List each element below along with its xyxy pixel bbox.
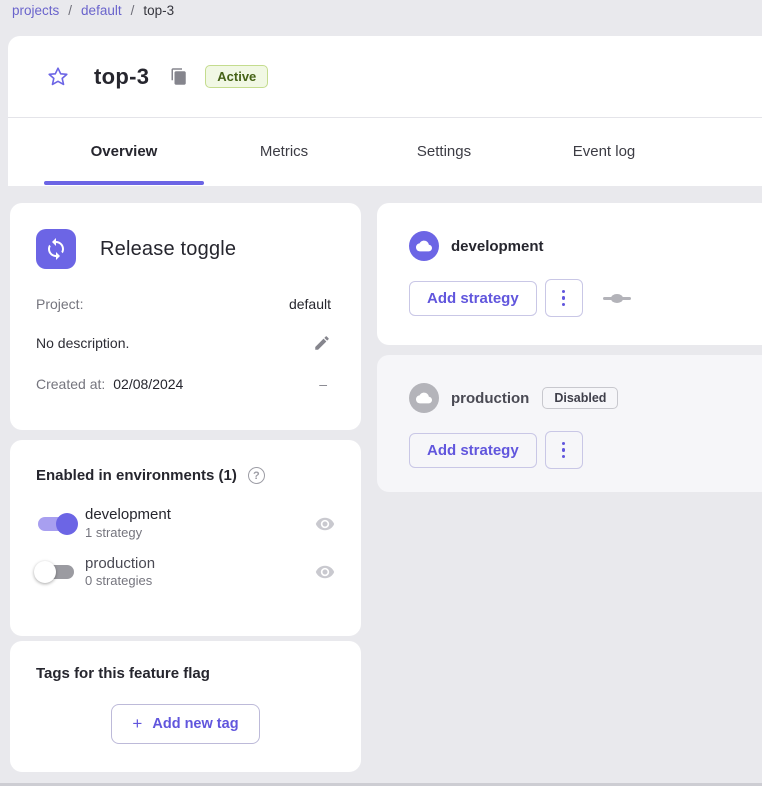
- environment-panel-actions: Add strategy: [409, 279, 762, 317]
- created-at-label: Created at:: [36, 376, 105, 392]
- visibility-eye-icon[interactable]: [315, 514, 335, 534]
- disabled-badge: Disabled: [542, 387, 618, 409]
- favorite-star-icon[interactable]: [46, 65, 70, 89]
- enabled-environments-card: Enabled in environments (1) ? developmen…: [10, 440, 361, 636]
- environment-name: production: [85, 555, 315, 574]
- tags-card: Tags for this feature flag + Add new tag: [10, 641, 361, 772]
- cloud-environment-icon: [409, 231, 439, 261]
- add-new-tag-button[interactable]: + Add new tag: [111, 704, 259, 744]
- empty-value-dash: –: [319, 376, 331, 392]
- environment-panel-actions: Add strategy: [409, 431, 762, 469]
- environment-panel-production: production Disabled Add strategy: [377, 355, 762, 492]
- production-toggle[interactable]: [36, 562, 76, 582]
- tab-metrics[interactable]: Metrics: [204, 118, 364, 185]
- environment-panel-name: development: [451, 238, 544, 255]
- environment-toggle-row-production: production 0 strategies: [36, 555, 335, 591]
- flag-header-card: top-3 Active Overview Metrics Settings E…: [8, 36, 762, 186]
- description-row: No description.: [36, 334, 331, 352]
- project-label: Project:: [36, 296, 83, 312]
- flag-type-label: Release toggle: [100, 238, 236, 261]
- environment-panel-name: production: [451, 390, 529, 407]
- flag-type-row: Release toggle: [36, 229, 331, 269]
- copy-icon[interactable]: [170, 67, 188, 87]
- development-toggle[interactable]: [36, 514, 76, 534]
- environment-name: development: [85, 506, 315, 525]
- flag-title-row: top-3 Active: [8, 36, 762, 118]
- breadcrumb-separator: /: [68, 3, 72, 18]
- tab-label: Settings: [417, 143, 471, 160]
- strategy-count: 1 strategy: [85, 525, 315, 542]
- release-toggle-icon: [36, 229, 76, 269]
- tab-event-log[interactable]: Event log: [524, 118, 684, 185]
- tab-label: Metrics: [260, 143, 308, 160]
- breadcrumb-link-projects[interactable]: projects: [12, 3, 59, 18]
- edit-description-icon[interactable]: [313, 334, 331, 352]
- enabled-environments-header: Enabled in environments (1) ?: [36, 467, 335, 484]
- created-at-value: 02/08/2024: [113, 376, 183, 392]
- strategy-count: 0 strategies: [85, 573, 315, 590]
- breadcrumb-link-default[interactable]: default: [81, 3, 122, 18]
- environment-panel-header: development: [409, 231, 762, 261]
- add-new-tag-label: Add new tag: [152, 716, 238, 732]
- help-icon[interactable]: ?: [248, 467, 265, 484]
- plus-icon: +: [132, 714, 142, 734]
- project-value: default: [289, 296, 331, 312]
- breadcrumb-current: top-3: [143, 3, 174, 18]
- add-strategy-button[interactable]: Add strategy: [409, 281, 537, 316]
- environment-toggle-row-development: development 1 strategy: [36, 506, 335, 542]
- tab-overview[interactable]: Overview: [44, 118, 204, 185]
- enabled-environments-title: Enabled in environments (1): [36, 467, 237, 484]
- cloud-environment-icon: [409, 383, 439, 413]
- project-row: Project: default: [36, 296, 331, 312]
- status-badge: Active: [205, 65, 268, 88]
- page-title: top-3: [94, 64, 149, 90]
- flag-details-card: Release toggle Project: default No descr…: [10, 203, 361, 430]
- tab-settings[interactable]: Settings: [364, 118, 524, 185]
- collapse-indicator-icon[interactable]: [603, 292, 631, 304]
- active-tab-underline: [44, 181, 204, 185]
- toggle-thumb: [34, 561, 56, 583]
- breadcrumb-separator: /: [131, 3, 135, 18]
- more-actions-kebab-button[interactable]: [545, 279, 583, 317]
- tags-card-title: Tags for this feature flag: [36, 665, 335, 682]
- visibility-eye-icon[interactable]: [315, 562, 335, 582]
- environment-panel-development: development Add strategy: [377, 203, 762, 345]
- tab-label: Overview: [91, 143, 158, 160]
- environment-panel-header: production Disabled: [409, 383, 762, 413]
- description-text: No description.: [36, 335, 129, 351]
- breadcrumb: projects / default / top-3: [12, 3, 174, 18]
- toggle-thumb: [56, 513, 78, 535]
- add-strategy-button[interactable]: Add strategy: [409, 433, 537, 468]
- tab-label: Event log: [573, 143, 636, 160]
- created-at-row: Created at: 02/08/2024 –: [36, 376, 331, 392]
- more-actions-kebab-button[interactable]: [545, 431, 583, 469]
- flag-tabs: Overview Metrics Settings Event log: [8, 118, 762, 185]
